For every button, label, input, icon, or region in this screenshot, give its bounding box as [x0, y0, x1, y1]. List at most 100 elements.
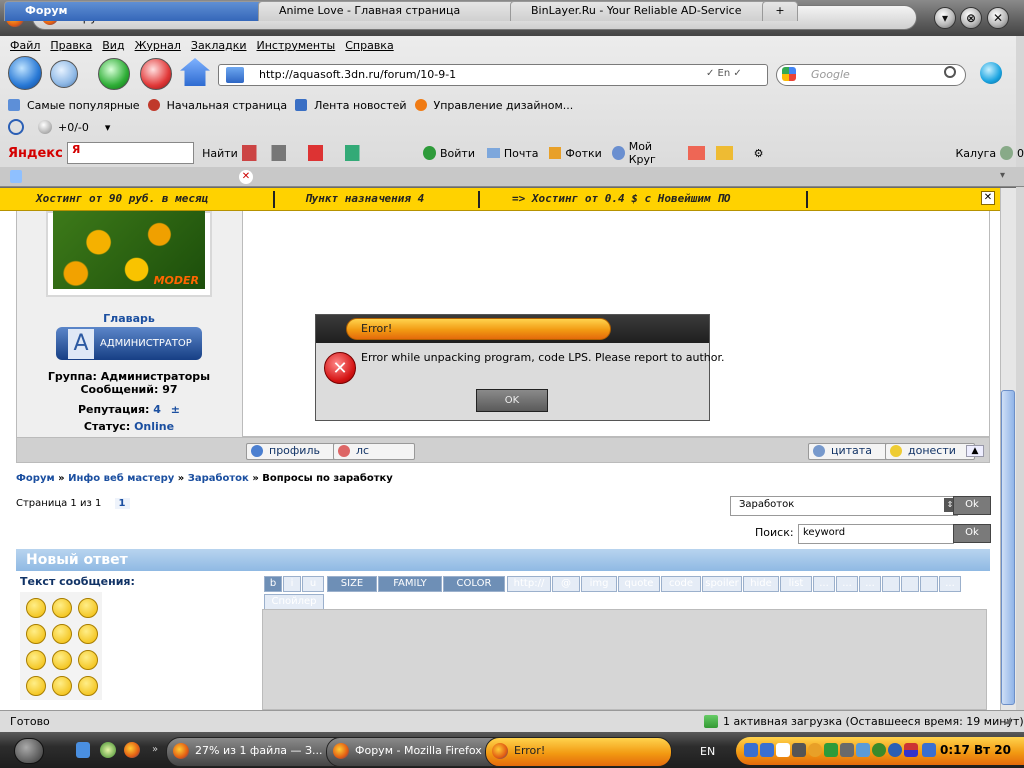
volume-icon[interactable] — [856, 743, 870, 757]
toolbar-extra-button[interactable] — [901, 576, 919, 592]
spoiler-button[interactable]: Спойлер — [264, 594, 324, 610]
pm-button[interactable]: лс — [333, 443, 415, 460]
tab-list-icon[interactable]: ▾ — [1000, 170, 1005, 181]
family-select[interactable]: FAMILY — [378, 576, 442, 592]
bookmark-popular[interactable]: Самые популярные — [27, 99, 140, 112]
underline-button[interactable]: u — [302, 576, 324, 592]
rep-control[interactable]: ± — [171, 403, 180, 416]
menu-file[interactable]: Файл — [10, 39, 40, 52]
smiley-icon[interactable] — [52, 624, 72, 644]
smiley-icon[interactable] — [78, 676, 98, 696]
menu-bookmarks[interactable]: Закладки — [191, 39, 247, 52]
smiley-icon[interactable] — [52, 650, 72, 670]
email-button[interactable]: @ — [552, 576, 580, 592]
color-select[interactable]: COLOR — [443, 576, 505, 592]
smiley-icon[interactable] — [78, 598, 98, 618]
url-button[interactable]: http:// — [507, 576, 551, 592]
search-ok-button[interactable]: Ok — [953, 524, 991, 543]
task-error[interactable]: Error! — [485, 737, 672, 767]
yandex-mail[interactable]: Почта — [504, 147, 539, 160]
ticker-item-1[interactable]: Хостинг от 90 руб. в месяц — [36, 192, 208, 205]
quicklaunch-icon[interactable] — [100, 742, 116, 758]
yandex-extra-icons[interactable] — [688, 146, 744, 160]
smiley-icon[interactable] — [26, 624, 46, 644]
tray-icon[interactable] — [744, 743, 758, 757]
scroll-top-icon[interactable]: ▲ — [966, 445, 984, 457]
language-indicator[interactable]: EN — [700, 745, 715, 758]
yandex-login[interactable]: Войти — [440, 147, 475, 160]
start-button[interactable] — [14, 738, 44, 764]
smiley-icon[interactable] — [52, 598, 72, 618]
list-button[interactable]: list — [780, 576, 812, 592]
img-button[interactable]: img — [581, 576, 617, 592]
chevron-down-icon[interactable]: ▾ — [105, 121, 111, 134]
smiley-icon[interactable] — [52, 676, 72, 696]
crumb-earnings[interactable]: Заработок — [188, 473, 249, 484]
skype-icon[interactable] — [980, 62, 1002, 84]
forward-button[interactable] — [50, 60, 78, 88]
tray-icon[interactable] — [776, 743, 790, 757]
smiley-icon[interactable] — [26, 650, 46, 670]
tab-forum[interactable]: Форум — [4, 1, 278, 21]
toolbar-extra-button[interactable] — [882, 576, 900, 592]
rss-reader-icon[interactable] — [8, 119, 24, 135]
jump-ok-button[interactable]: Ok — [953, 496, 991, 515]
gear-icon[interactable]: ⚙ — [754, 147, 764, 160]
more-button[interactable]: ... — [813, 576, 835, 592]
resize-grip-icon[interactable]: ◢ — [1004, 716, 1011, 726]
menu-edit[interactable]: Правка — [50, 39, 92, 52]
smiley-icon[interactable] — [78, 624, 98, 644]
dialog-ok-button[interactable]: OK — [476, 389, 548, 412]
back-button[interactable] — [8, 56, 42, 90]
italic-button[interactable]: i — [283, 576, 301, 592]
download-icon[interactable] — [704, 715, 718, 728]
tray-icon[interactable] — [808, 743, 822, 757]
smiley-icon[interactable] — [78, 650, 98, 670]
quicklaunch-more-icon[interactable]: » — [152, 744, 158, 755]
forum-jump-select[interactable]: Заработок ⇕ — [730, 496, 958, 516]
maximize-button[interactable]: ⊗ — [960, 7, 982, 29]
code-button[interactable]: code — [661, 576, 701, 592]
yandex-photos[interactable]: Фотки — [565, 147, 601, 160]
tab-binlayer[interactable]: BinLayer.Ru - Your Reliable AD-Service — [510, 1, 782, 21]
quote-tag-button[interactable]: quote — [618, 576, 660, 592]
smiley-icon[interactable] — [26, 676, 46, 696]
clock[interactable]: 0:17 Вт 20 — [940, 743, 1011, 757]
size-select[interactable]: SIZE — [327, 576, 377, 592]
tray-icon[interactable] — [760, 743, 774, 757]
tray-icon[interactable] — [792, 743, 806, 757]
search-field[interactable]: Google — [776, 64, 966, 86]
yandex-search-input[interactable]: Я — [66, 142, 195, 164]
more-button[interactable]: ... — [939, 576, 961, 592]
tab-anime-love[interactable]: Anime Love - Главная страница — [258, 1, 530, 21]
forum-search-input[interactable]: keyword — [798, 524, 954, 544]
spoiler-tag-button[interactable]: spoiler — [702, 576, 742, 592]
smiley-icon[interactable] — [26, 598, 46, 618]
tray-flag-icon[interactable] — [904, 743, 918, 757]
tray-icon[interactable] — [840, 743, 854, 757]
yandex-tool-icons[interactable] — [241, 145, 390, 161]
bookmark-design[interactable]: Управление дизайном... — [434, 99, 574, 112]
quicklaunch-firefox-icon[interactable] — [124, 742, 140, 758]
new-tab-button[interactable]: + — [762, 1, 798, 21]
minimize-button[interactable]: ▾ — [934, 7, 956, 29]
close-tab-icon[interactable]: ✕ — [239, 170, 253, 184]
url-field[interactable]: http://aquasoft.3dn.ru/forum/10-9-1 — [218, 64, 768, 86]
reload-button[interactable] — [98, 58, 130, 90]
crumb-webmaster[interactable]: Инфо веб мастеру — [68, 473, 174, 484]
more-button[interactable]: ... — [836, 576, 858, 592]
close-window-button[interactable]: ✕ — [987, 7, 1009, 29]
close-ticker-icon[interactable]: ✕ — [981, 191, 995, 205]
menu-history[interactable]: Журнал — [135, 39, 181, 52]
user-name[interactable]: Главарь — [16, 312, 242, 325]
menu-tools[interactable]: Инструменты — [257, 39, 336, 52]
google-engine-icon[interactable] — [782, 67, 796, 81]
rep-value[interactable]: 4 — [153, 403, 161, 416]
download-status[interactable]: 1 активная загрузка (Оставшееся время: 1… — [723, 715, 1024, 728]
more-button[interactable]: ... — [859, 576, 881, 592]
bookmark-start[interactable]: Начальная страница — [167, 99, 288, 112]
tray-icon[interactable] — [872, 743, 886, 757]
tray-icon[interactable] — [922, 743, 936, 757]
tray-icon[interactable] — [888, 743, 902, 757]
task-download[interactable]: 27% из 1 файла — З... — [166, 737, 352, 767]
